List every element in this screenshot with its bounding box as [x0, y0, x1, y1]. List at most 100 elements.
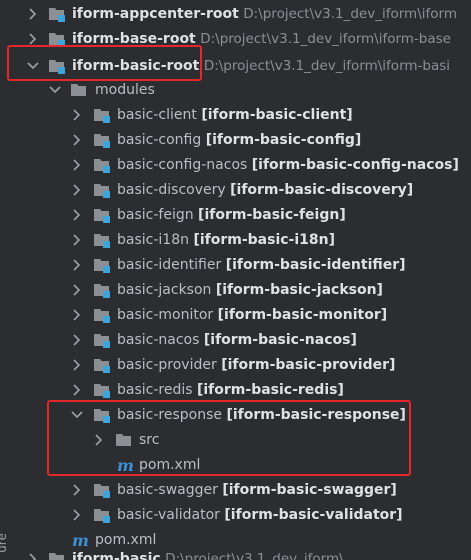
chevron-right-icon[interactable] — [26, 551, 40, 560]
tree-item-label: basic-monitor [iform-basic-monitor] — [117, 303, 387, 328]
tree-item-label: basic-identifier [iform-basic-identifier… — [117, 253, 406, 278]
module-folder-icon — [93, 332, 111, 348]
tree-row-module[interactable]: basic-validator [iform-basic-validator] — [0, 503, 471, 528]
tree-row-module[interactable]: basic-nacos [iform-basic-nacos] — [0, 328, 471, 353]
item-name: basic-nacos — [117, 332, 200, 348]
item-artifact: [iform-basic-client] — [201, 107, 353, 123]
item-name: iform-basic — [72, 551, 161, 560]
project-tree: iform-appcenter-root D:\project\v3.1_dev… — [0, 0, 471, 560]
tree-row-module[interactable]: basic-identifier [iform-basic-identifier… — [0, 253, 471, 278]
item-name: basic-feign — [117, 207, 194, 223]
chevron-right-icon[interactable] — [70, 128, 84, 153]
tree-row-module[interactable]: basic-monitor [iform-basic-monitor] — [0, 303, 471, 328]
side-tool-strip[interactable]: ure — [0, 0, 14, 560]
module-folder-icon — [48, 551, 66, 560]
tree-row-partial[interactable]: iform-basic D:\project\v3.1_dev_iform\ — [0, 551, 471, 560]
item-name: basic-identifier — [117, 257, 222, 273]
module-folder-icon — [93, 132, 111, 148]
chevron-right-icon[interactable] — [70, 503, 84, 528]
item-path: D:\project\v3.1_dev_iform\iform-basi — [203, 58, 451, 74]
item-name: basic-config-nacos — [117, 157, 248, 173]
item-name: basic-validator — [117, 507, 220, 523]
tree-row-root[interactable]: iform-base-root D:\project\v3.1_dev_ifor… — [0, 27, 471, 52]
chevron-right-icon[interactable] — [70, 353, 84, 378]
chevron-right-icon[interactable] — [70, 153, 84, 178]
item-artifact: [iform-basic-provider] — [221, 357, 396, 373]
tree-item-label: basic-validator [iform-basic-validator] — [117, 503, 403, 528]
tree-row-selected-root[interactable]: iform-basic-root D:\project\v3.1_dev_ifo… — [0, 54, 471, 79]
item-artifact: [iform-basic-config-nacos] — [251, 157, 459, 173]
tree-item-label: basic-feign [iform-basic-feign] — [117, 203, 346, 228]
module-folder-icon — [93, 232, 111, 248]
item-name: iform-base-root — [72, 31, 196, 47]
item-artifact: [iform-basic-identifier] — [225, 257, 406, 273]
tree-item-label: basic-swagger [iform-basic-swagger] — [117, 478, 397, 503]
tree-row-module[interactable]: basic-redis [iform-basic-redis] — [0, 378, 471, 403]
tree-row-module[interactable]: basic-jackson [iform-basic-jackson] — [0, 278, 471, 303]
item-artifact: [iform-basic-validator] — [224, 507, 403, 523]
chevron-right-icon[interactable] — [26, 27, 40, 52]
tree-item-label: basic-client [iform-basic-client] — [117, 103, 353, 128]
item-name: pom.xml — [95, 532, 157, 548]
tree-row-module[interactable]: basic-config-nacos [iform-basic-config-n… — [0, 153, 471, 178]
chevron-right-icon[interactable] — [70, 203, 84, 228]
chevron-right-icon[interactable] — [70, 278, 84, 303]
module-folder-icon — [48, 58, 66, 74]
module-folder-icon — [93, 482, 111, 498]
module-folder-icon — [93, 257, 111, 273]
tree-item-label: iform-basic D:\project\v3.1_dev_iform\ — [72, 551, 344, 560]
item-artifact: [iform-basic-i18n] — [193, 232, 336, 248]
chevron-right-icon[interactable] — [92, 428, 106, 453]
structure-tab-label[interactable]: ure — [0, 533, 9, 553]
item-name: iform-appcenter-root — [72, 6, 239, 22]
chevron-down-icon[interactable] — [70, 403, 84, 428]
tree-row-module[interactable]: basic-provider [iform-basic-provider] — [0, 353, 471, 378]
tree-item-label: basic-nacos [iform-basic-nacos] — [117, 328, 357, 353]
item-artifact: [iform-basic-swagger] — [222, 482, 397, 498]
chevron-right-icon[interactable] — [70, 328, 84, 353]
tree-row-module[interactable]: basic-swagger [iform-basic-swagger] — [0, 478, 471, 503]
tree-row-root[interactable]: iform-appcenter-root D:\project\v3.1_dev… — [0, 2, 471, 27]
tree-item-label: basic-response [iform-basic-response] — [117, 403, 406, 428]
tree-row-module[interactable]: basic-discovery [iform-basic-discovery] — [0, 178, 471, 203]
chevron-right-icon[interactable] — [70, 303, 84, 328]
item-name: basic-swagger — [117, 482, 218, 498]
chevron-right-icon[interactable] — [70, 253, 84, 278]
item-name: basic-provider — [117, 357, 217, 373]
tree-row-root-pom[interactable]: m pom.xml — [0, 528, 471, 553]
item-name: iform-basic-root — [72, 58, 200, 74]
item-name: basic-response — [117, 407, 222, 423]
item-path: D:\project\v3.1_dev_iform\iform — [243, 6, 457, 22]
chevron-down-icon[interactable] — [26, 54, 40, 79]
folder-icon — [115, 432, 133, 448]
chevron-right-icon[interactable] — [70, 228, 84, 253]
tree-item-label: basic-jackson [iform-basic-jackson] — [117, 278, 383, 303]
module-folder-icon — [93, 207, 111, 223]
tree-row-module[interactable]: basic-i18n [iform-basic-i18n] — [0, 228, 471, 253]
tree-row-src-folder[interactable]: src — [0, 428, 471, 453]
chevron-right-icon[interactable] — [70, 378, 84, 403]
tree-row-module[interactable]: basic-feign [iform-basic-feign] — [0, 203, 471, 228]
tree-row-module[interactable]: basic-client [iform-basic-client] — [0, 103, 471, 128]
chevron-right-icon[interactable] — [70, 103, 84, 128]
tree-row-modules-folder[interactable]: modules — [0, 78, 471, 103]
item-name: basic-redis — [117, 382, 193, 398]
module-folder-icon — [93, 507, 111, 523]
tree-item-label: src — [139, 428, 159, 453]
tree-item-label: basic-config-nacos [iform-basic-config-n… — [117, 153, 459, 178]
item-name: basic-jackson — [117, 282, 212, 298]
item-name: modules — [95, 82, 155, 98]
chevron-right-icon[interactable] — [70, 478, 84, 503]
chevron-down-icon[interactable] — [48, 78, 62, 103]
tree-item-label: iform-appcenter-root D:\project\v3.1_dev… — [72, 2, 457, 27]
chevron-right-icon[interactable] — [26, 2, 40, 27]
item-name: src — [139, 432, 160, 448]
tree-row-cut-off[interactable]: iform-basic D:\project\v3.1_dev_iform\ — [0, 551, 471, 560]
tree-item-label: pom.xml — [95, 528, 156, 553]
tree-row-module[interactable]: basic-config [iform-basic-config] — [0, 128, 471, 153]
item-artifact: [iform-basic-nacos] — [203, 332, 357, 348]
item-name: basic-client — [117, 107, 197, 123]
tree-row-pom[interactable]: m pom.xml — [0, 453, 471, 478]
chevron-right-icon[interactable] — [70, 178, 84, 203]
tree-row-module-expanded[interactable]: basic-response [iform-basic-response] — [0, 403, 471, 428]
